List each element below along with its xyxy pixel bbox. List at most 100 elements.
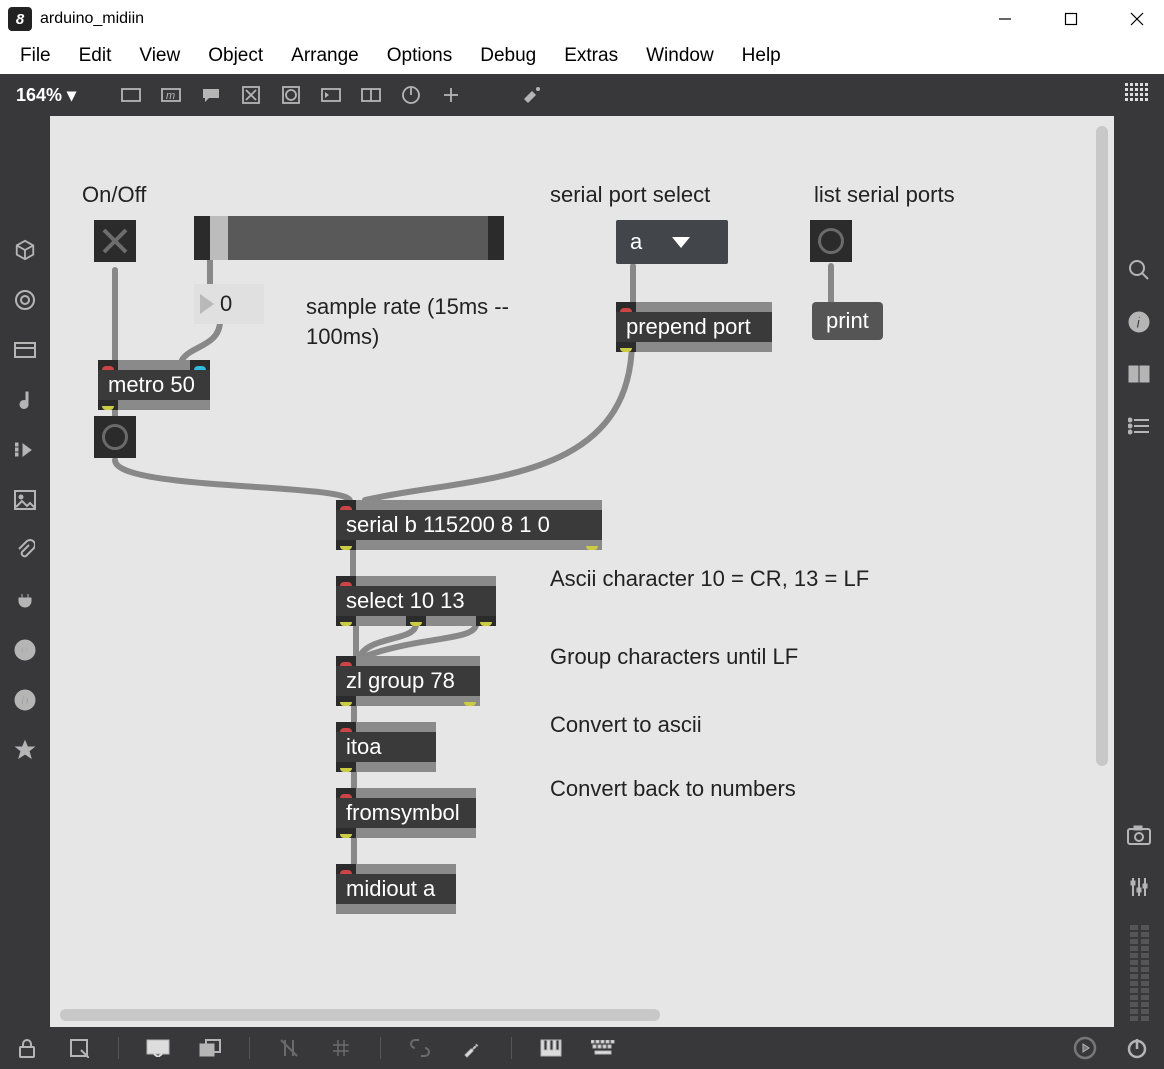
zoom-selector[interactable]: 164% ▾ [10, 85, 82, 106]
info-icon[interactable]: i [1125, 308, 1153, 336]
menu-file[interactable]: File [6, 39, 65, 73]
object-midiout[interactable]: midiout a [336, 864, 456, 914]
wrench-icon[interactable] [459, 1035, 485, 1061]
caret-down-icon [672, 237, 690, 248]
columns-icon[interactable] [1125, 360, 1153, 388]
link-icon[interactable] [407, 1035, 433, 1061]
object-text: metro 50 [98, 370, 210, 400]
play-circle-icon[interactable] [1072, 1035, 1098, 1061]
object-text: select 10 13 [336, 586, 496, 616]
new-bang-icon[interactable] [276, 82, 306, 108]
object-select[interactable]: select 10 13 [336, 576, 496, 626]
list-icon[interactable] [1125, 412, 1153, 440]
object-text: itoa [336, 732, 436, 762]
new-toggle-icon[interactable] [236, 82, 266, 108]
star-icon[interactable] [11, 736, 39, 764]
menu-arrange[interactable]: Arrange [277, 39, 373, 73]
numbox-sample-rate[interactable]: 0 [194, 284, 264, 324]
minimize-button[interactable] [982, 3, 1028, 35]
target-icon[interactable] [11, 286, 39, 314]
bang-metro-out[interactable] [94, 416, 136, 458]
grid-icon[interactable] [328, 1035, 354, 1061]
object-text: prepend port [616, 312, 772, 342]
camera-icon[interactable] [1125, 821, 1153, 849]
new-object-icon[interactable] [116, 82, 146, 108]
power-icon[interactable] [1124, 1035, 1150, 1061]
object-text: serial b 115200 8 1 0 [336, 510, 602, 540]
vertical-scrollbar[interactable] [1096, 126, 1108, 766]
close-button[interactable] [1114, 3, 1160, 35]
comment-group: Group characters until LF [550, 644, 798, 670]
lock-icon[interactable] [14, 1035, 40, 1061]
right-palette: i [1114, 116, 1164, 1027]
menu-view[interactable]: View [125, 39, 194, 73]
new-comment-icon[interactable] [196, 82, 226, 108]
zoom-value: 164% ▾ [16, 85, 76, 106]
object-itoa[interactable]: itoa [336, 722, 436, 772]
snap-off-icon[interactable] [276, 1035, 302, 1061]
toolbar: 164% ▾ m [0, 74, 1164, 116]
comment-list-ports: list serial ports [814, 182, 955, 208]
comment-fromsymbol: Convert back to numbers [550, 776, 796, 802]
v-circle-icon[interactable]: v [11, 636, 39, 664]
status-bar [0, 1027, 1164, 1069]
b-circle-icon[interactable]: b [11, 686, 39, 714]
comment-itoa: Convert to ascii [550, 712, 702, 738]
object-text: midiout a [336, 874, 456, 904]
note-icon[interactable] [11, 386, 39, 414]
object-zlgroup[interactable]: zl group 78 [336, 656, 480, 706]
object-fromsymbol[interactable]: fromsymbol [336, 788, 476, 838]
cube-icon[interactable] [11, 236, 39, 264]
toggle-onoff[interactable] [94, 220, 136, 262]
object-text: zl group 78 [336, 666, 480, 696]
image-icon[interactable] [11, 486, 39, 514]
attach-icon[interactable] [11, 536, 39, 564]
message-print[interactable]: print [812, 302, 883, 340]
svg-text:b: b [21, 693, 28, 708]
object-prepend-port[interactable]: prepend port [616, 302, 772, 352]
dropdown-value: a [630, 229, 642, 255]
left-palette: v b [0, 116, 50, 1027]
step-icon[interactable] [11, 436, 39, 464]
add-icon[interactable] [436, 82, 466, 108]
open-patcher-icon[interactable] [66, 1035, 92, 1061]
menu-object[interactable]: Object [194, 39, 277, 73]
mixer-icon[interactable] [1125, 873, 1153, 901]
bang-list-ports[interactable] [810, 220, 852, 262]
object-text: print [812, 302, 883, 340]
plug-icon[interactable] [11, 586, 39, 614]
menu-window[interactable]: Window [632, 39, 728, 73]
maximize-button[interactable] [1048, 3, 1094, 35]
object-metro[interactable]: metro 50 [98, 360, 210, 410]
comment-sample-rate-2: 100ms) [306, 324, 379, 350]
paint-icon[interactable] [516, 82, 546, 108]
comment-onoff: On/Off [82, 182, 146, 208]
menubar: File Edit View Object Arrange Options De… [0, 38, 1164, 74]
new-slider-icon[interactable] [356, 82, 386, 108]
piano-icon[interactable] [538, 1035, 564, 1061]
level-meter [1130, 925, 1149, 1021]
svg-text:i: i [1136, 315, 1141, 332]
grid-view-icon[interactable] [1124, 82, 1154, 108]
menu-options[interactable]: Options [373, 39, 466, 73]
new-message-icon[interactable]: m [156, 82, 186, 108]
titlebar: 8 arduino_midiin [0, 0, 1164, 38]
dropdown-serial-port[interactable]: a [616, 220, 728, 264]
new-dial-icon[interactable] [396, 82, 426, 108]
patcher-canvas[interactable]: On/Off serial port select list serial po… [50, 116, 1114, 1027]
menu-debug[interactable]: Debug [466, 39, 550, 73]
presentation-icon[interactable] [145, 1035, 171, 1061]
menu-extras[interactable]: Extras [550, 39, 632, 73]
layers-icon[interactable] [197, 1035, 223, 1061]
slider-sample-rate[interactable] [194, 216, 504, 260]
menu-edit[interactable]: Edit [65, 39, 126, 73]
new-number-icon[interactable] [316, 82, 346, 108]
comment-sample-rate-1: sample rate (15ms -- [306, 294, 509, 320]
menu-help[interactable]: Help [728, 39, 795, 73]
keyboard-icon[interactable] [590, 1035, 616, 1061]
horizontal-scrollbar[interactable] [60, 1009, 660, 1021]
search-icon[interactable] [1125, 256, 1153, 284]
object-serial[interactable]: serial b 115200 8 1 0 [336, 500, 602, 550]
panel-icon[interactable] [11, 336, 39, 364]
object-text: fromsymbol [336, 798, 476, 828]
